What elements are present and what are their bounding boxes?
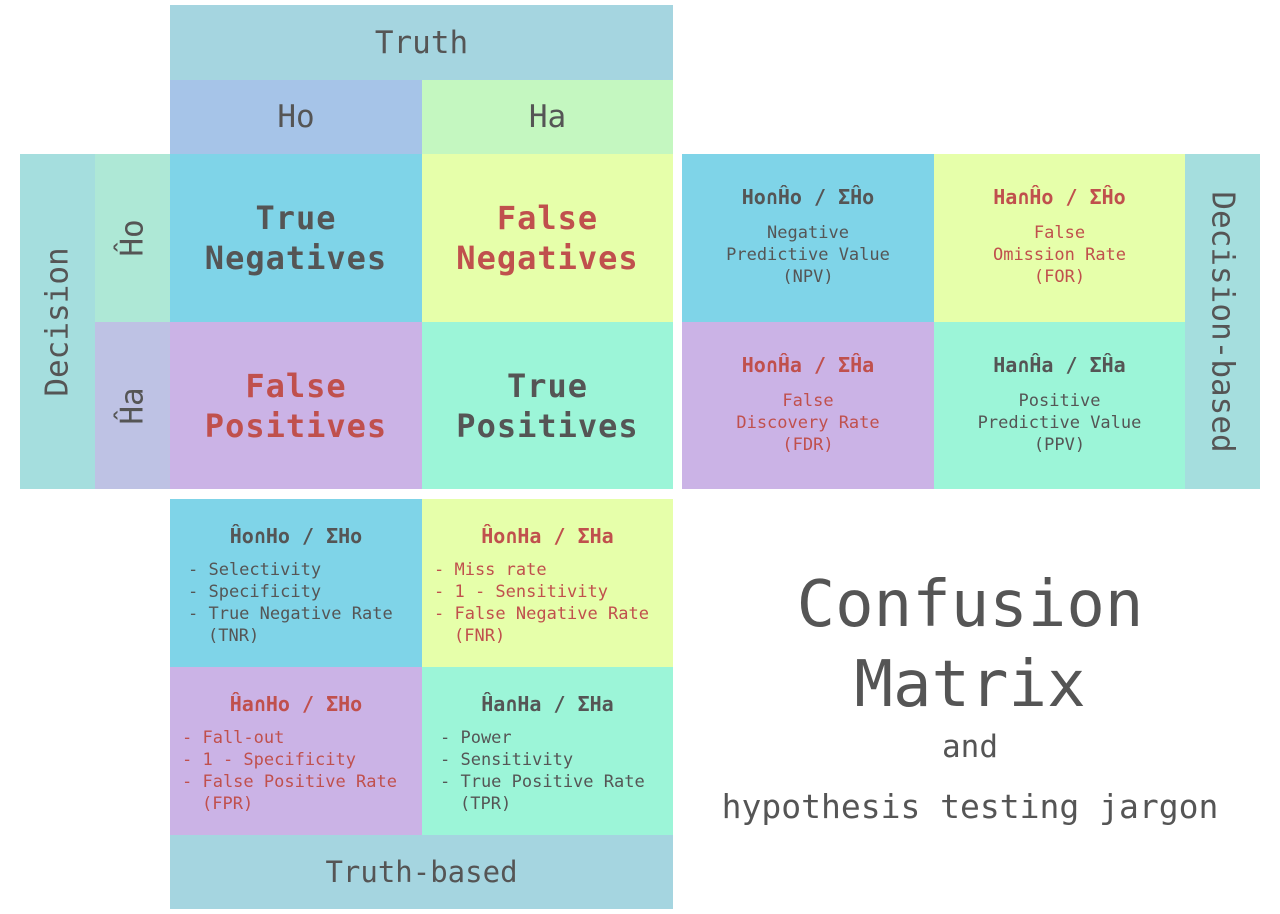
decision-ha-hat-label: Ĥa <box>114 386 151 425</box>
truth-header: Truth <box>170 5 673 80</box>
fnr-item-2: - 1 - Sensitivity <box>434 582 608 602</box>
truth-ha-label: Ha <box>528 99 567 135</box>
true-positives-cell: True Positives <box>422 322 673 489</box>
true-positives-line1: True <box>506 366 589 405</box>
npv-line3: (NPV) <box>782 267 834 287</box>
fdr-formula: Ho∩Ĥa / ΣĤa <box>741 353 875 377</box>
title-line2: Matrix <box>854 648 1086 722</box>
false-positives-line2: Positives <box>204 406 388 445</box>
tpr-item-3: - True Positive Rate <box>440 772 645 792</box>
tpr-item-4: (TPR) <box>460 794 512 814</box>
ppv-line2: Predictive Value <box>977 413 1142 433</box>
tpr-cell: Ĥa∩Ha / ΣHa - Power - Sensitivity - True… <box>422 667 673 835</box>
fdr-line1: False <box>782 391 834 411</box>
ppv-line3: (PPV) <box>1033 435 1086 455</box>
for-cell: Ha∩Ĥo / ΣĤo False Omission Rate (FOR) <box>934 154 1185 322</box>
tnr-formula: Ĥo∩Ho / ΣHo <box>229 524 363 548</box>
decision-header: Decision <box>20 154 95 489</box>
fdr-line3: (FDR) <box>782 435 834 455</box>
for-line1: False <box>1033 223 1086 243</box>
decision-ho-hat-header: Ĥo <box>95 154 170 322</box>
truth-header-label: Truth <box>374 24 469 61</box>
ppv-cell: Ha∩Ĥa / ΣĤa Positive Predictive Value (P… <box>934 322 1185 489</box>
npv-cell: Ho∩Ĥo / ΣĤo Negative Predictive Value (N… <box>682 154 934 322</box>
tpr-item-2: - Sensitivity <box>440 750 574 770</box>
false-positives-cell: False Positives <box>170 322 422 489</box>
fdr-line2: Discovery Rate <box>736 413 880 433</box>
title-subtitle: hypothesis testing jargon <box>721 787 1219 826</box>
tnr-item-2: - Specificity <box>188 582 322 602</box>
truth-ho-header: Ho <box>170 80 422 154</box>
decision-ho-hat-label: Ĥo <box>114 219 151 257</box>
fnr-item-4: (FNR) <box>454 626 506 646</box>
decision-ha-hat-header: Ĥa <box>95 322 170 489</box>
truth-based-header: Truth-based <box>170 835 673 909</box>
truth-ha-header: Ha <box>422 80 673 154</box>
tnr-cell: Ĥo∩Ho / ΣHo - Selectivity - Specificity … <box>170 499 422 667</box>
fpr-item-2: - 1 - Specificity <box>182 750 356 770</box>
for-formula: Ha∩Ĥo / ΣĤo <box>993 185 1126 209</box>
tpr-item-1: - Power <box>440 728 512 748</box>
npv-line2: Predictive Value <box>726 245 890 265</box>
npv-line1: Negative <box>767 223 849 243</box>
fdr-cell: Ho∩Ĥa / ΣĤa False Discovery Rate (FDR) <box>682 322 934 489</box>
true-positives-line2: Positives <box>456 406 639 445</box>
title-line1: Confusion <box>796 568 1144 642</box>
title-and: and <box>942 729 998 765</box>
false-positives-line1: False <box>245 366 347 405</box>
fnr-item-3: - False Negative Rate <box>434 604 649 624</box>
tnr-item-4: (TNR) <box>208 626 260 646</box>
fpr-item-3: - False Positive Rate <box>182 772 397 792</box>
for-line2: Omission Rate <box>992 245 1127 265</box>
true-negatives-cell: True Negatives <box>170 154 422 322</box>
npv-formula: Ho∩Ĥo / ΣĤo <box>741 185 875 209</box>
fpr-cell: Ĥa∩Ho / ΣHo - Fall-out - 1 - Specificity… <box>170 667 422 835</box>
fnr-cell: Ĥo∩Ha / ΣHa - Miss rate - 1 - Sensitivit… <box>422 499 673 667</box>
tnr-item-1: - Selectivity <box>188 560 322 580</box>
false-negatives-cell: False Negatives <box>422 154 673 322</box>
decision-header-label: Decision <box>39 246 76 397</box>
for-line3: (FOR) <box>1033 267 1086 287</box>
fnr-formula: Ĥo∩Ha / ΣHa <box>481 524 614 548</box>
true-negatives-line1: True <box>255 199 337 237</box>
fpr-item-4: (FPR) <box>202 794 254 814</box>
tnr-item-3: - True Negative Rate <box>188 604 393 624</box>
fpr-formula: Ĥa∩Ho / ΣHo <box>229 692 363 716</box>
fpr-item-1: - Fall-out <box>182 728 285 748</box>
title-block: Confusion Matrix and hypothesis testing … <box>690 565 1250 845</box>
tpr-formula: Ĥa∩Ha / ΣHa <box>481 692 614 716</box>
ppv-line1: Positive <box>1018 391 1101 411</box>
fnr-item-1: - Miss rate <box>434 560 547 580</box>
false-negatives-line2: Negatives <box>456 239 639 277</box>
false-negatives-line1: False <box>496 199 599 237</box>
decision-based-header: Decision-based <box>1185 154 1260 489</box>
truth-ho-label: Ho <box>277 99 315 135</box>
truth-based-label: Truth-based <box>325 855 518 889</box>
decision-based-label: Decision-based <box>1204 190 1241 453</box>
ppv-formula: Ha∩Ĥa / ΣĤa <box>993 353 1126 377</box>
true-negatives-line2: Negatives <box>204 239 388 277</box>
